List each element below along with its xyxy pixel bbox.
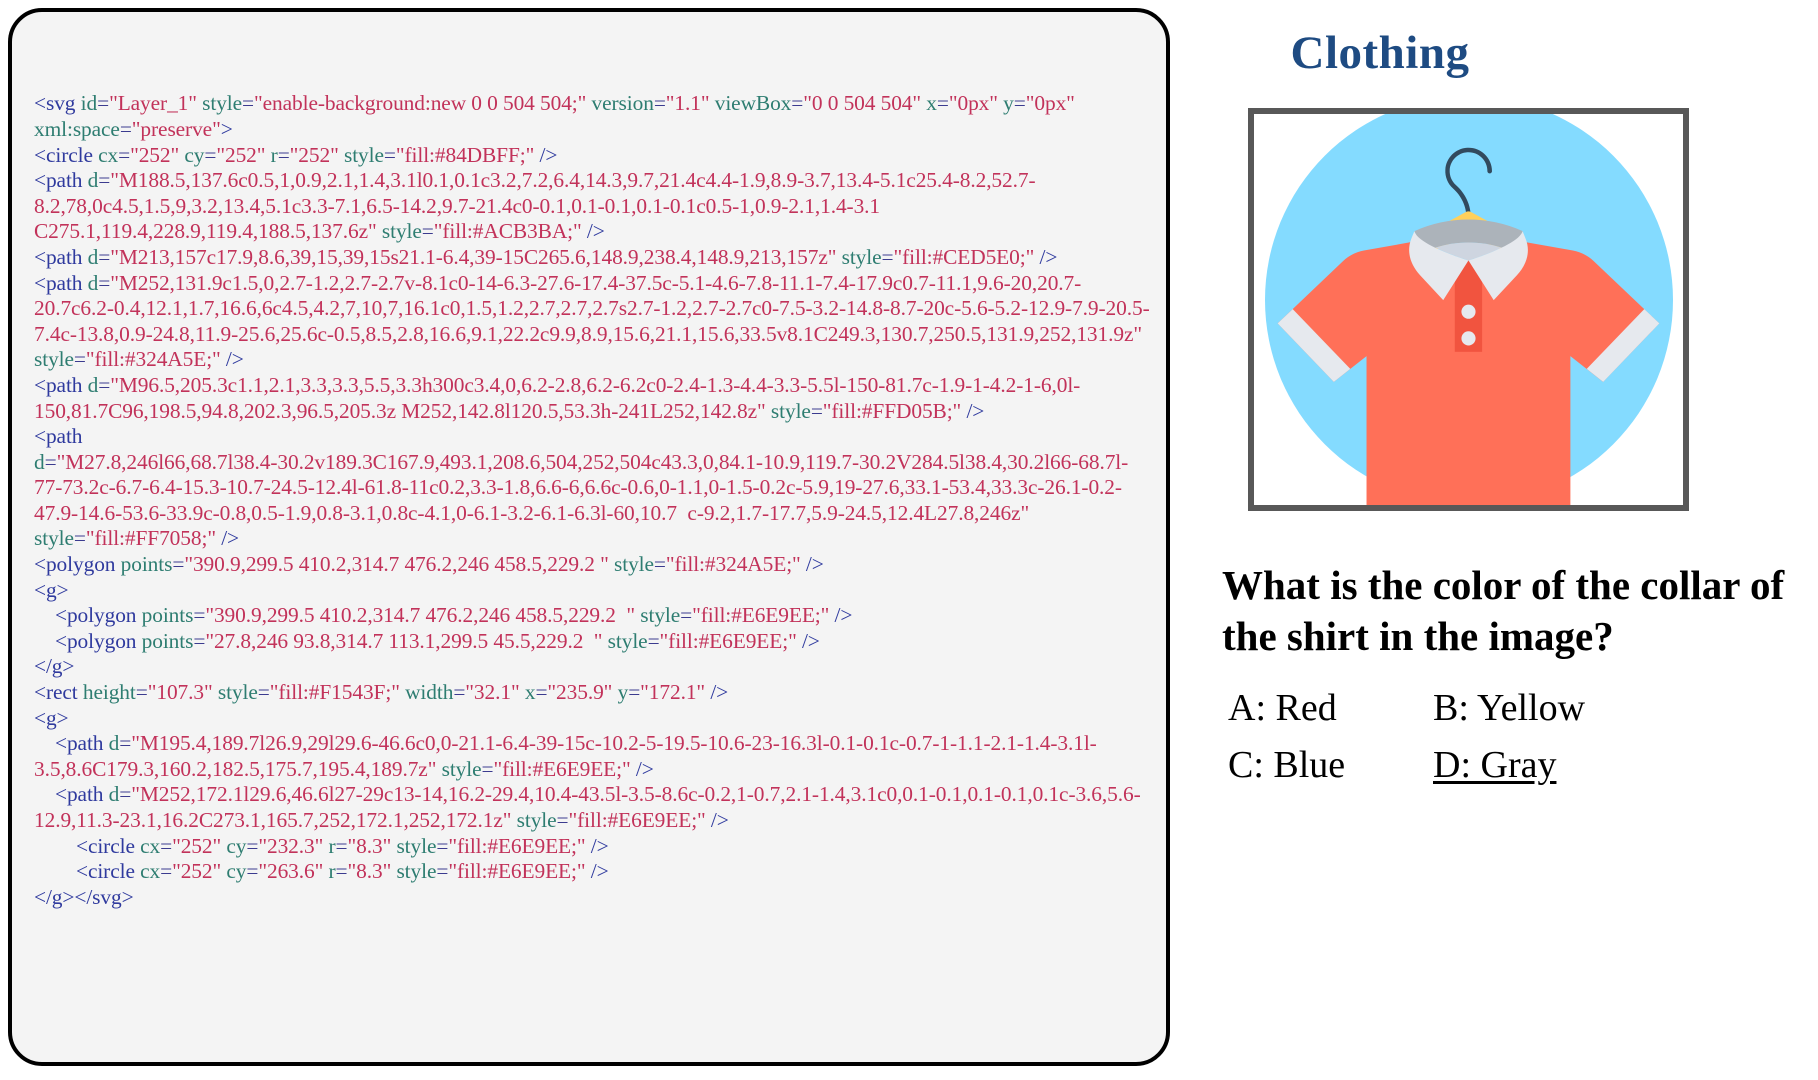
illustration-canvas xyxy=(1254,114,1683,505)
code-line: <path d="M188.5,137.6c0.5,1,0.9,2.1,1.4,… xyxy=(34,168,1036,244)
code-line: <path d="M252,172.1l29.6,46.6l27-29c13-1… xyxy=(34,782,1141,833)
code-line: <g> xyxy=(34,705,69,730)
code-line: <polygon points="390.9,299.5 410.2,314.7… xyxy=(34,552,824,577)
svg-code-panel: <svg id="Layer_1" style="enable-backgrou… xyxy=(8,8,1170,1066)
code-line: </g></svg> xyxy=(34,884,134,909)
option-row: C: Blue D: Gray xyxy=(1228,742,1818,788)
option-c[interactable]: C: Blue xyxy=(1228,742,1433,788)
code-line: <path d="M96.5,205.3c1.1,2.1,3.3,3.3,5.5… xyxy=(34,372,1081,423)
code-line: d="M27.8,246l66,68.7l38.4-30.2v189.3C167… xyxy=(34,449,1129,551)
code-line: </g> xyxy=(34,654,75,679)
code-line: <svg id="Layer_1" style="enable-backgrou… xyxy=(34,91,1075,141)
code-line: <circle cx="252" cy="263.6" r="8.3" styl… xyxy=(75,859,609,884)
polo-shirt-icon xyxy=(1277,147,1660,505)
option-d[interactable]: D: Gray xyxy=(1433,742,1556,788)
illustration-frame xyxy=(1248,108,1689,511)
code-line: <circle cx="252" cy="252" r="252" style=… xyxy=(34,142,558,167)
right-column: Clothing What is the color of the collar… xyxy=(1180,0,1818,1080)
option-row: A: Red B: Yellow xyxy=(1228,685,1818,731)
code-line: <circle cx="252" cy="232.3" r="8.3" styl… xyxy=(75,833,609,858)
option-a[interactable]: A: Red xyxy=(1228,685,1433,731)
code-line: <rect height="107.3" style="fill:#F1543F… xyxy=(34,680,729,705)
svg-source-code[interactable]: <svg id="Layer_1" style="enable-backgrou… xyxy=(34,91,1156,910)
code-line: <polygon points="390.9,299.5 410.2,314.7… xyxy=(55,603,853,628)
code-line: <path d="M252,131.9c1.5,0,2.7-1.2,2.7-2.… xyxy=(34,270,1150,372)
option-b[interactable]: B: Yellow xyxy=(1433,685,1585,731)
code-line: <path d="M195.4,189.7l26.9,29l29.6-46.6c… xyxy=(34,731,1097,781)
code-line: <polygon points="27.8,246 93.8,314.7 113… xyxy=(55,628,820,653)
page-title: Clothing xyxy=(1290,27,1470,79)
code-line: <path d="M213,157c17.9,8.6,39,15,39,15s2… xyxy=(34,244,1058,269)
code-line: <g> xyxy=(34,577,69,602)
code-line: <path xyxy=(34,424,83,449)
answer-options: A: Red B: Yellow C: Blue D: Gray xyxy=(1228,685,1818,799)
screenshot-root: <svg id="Layer_1" style="enable-backgrou… xyxy=(0,0,1818,1080)
question-text: What is the color of the collar of the s… xyxy=(1222,562,1785,659)
